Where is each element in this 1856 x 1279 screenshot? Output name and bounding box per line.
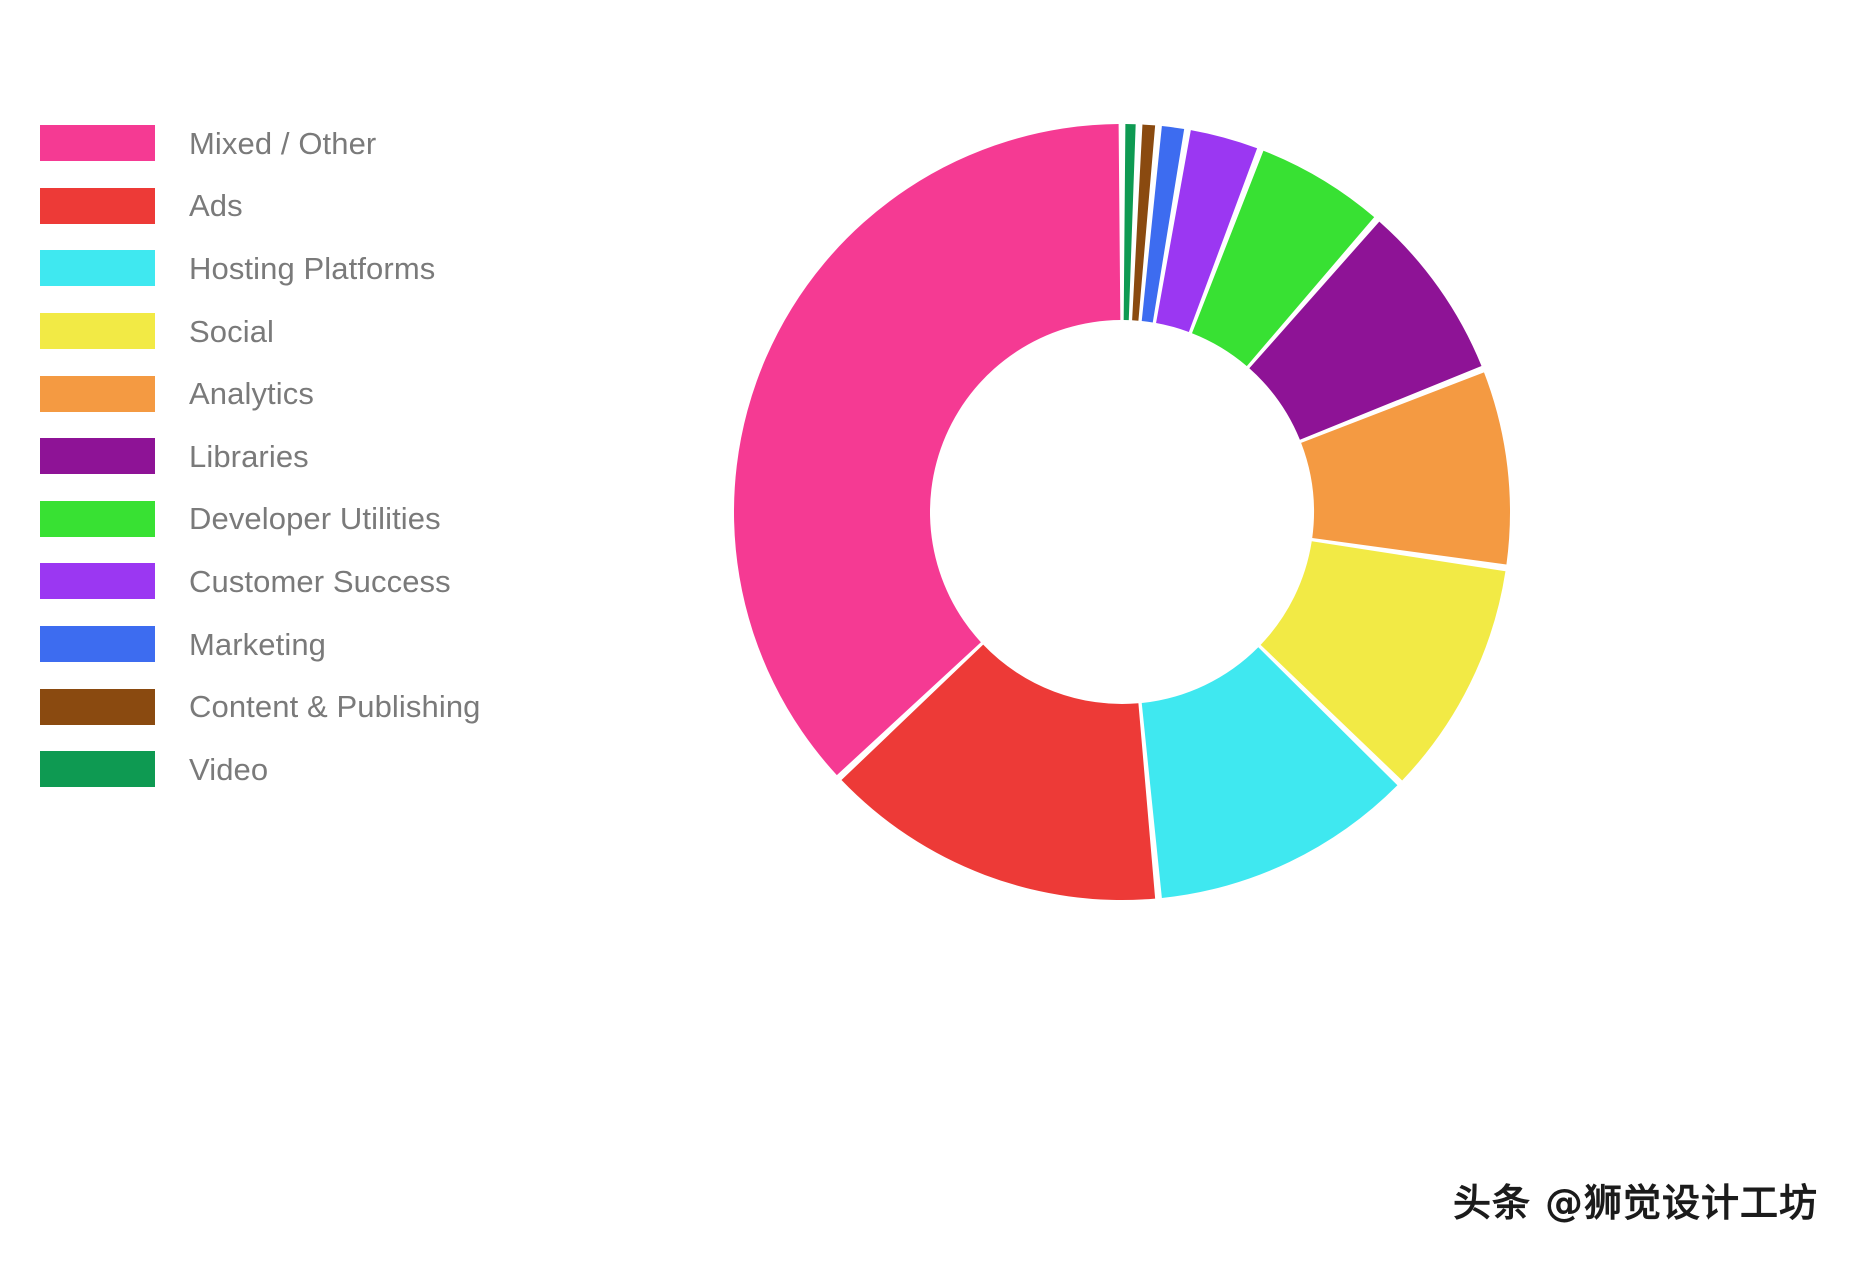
- legend-item[interactable]: Mixed / Other: [40, 112, 640, 175]
- legend-swatch-icon: [40, 500, 155, 537]
- legend-swatch-icon: [40, 751, 155, 788]
- donut-chart: [732, 122, 1512, 902]
- legend-item-label: Hosting Platforms: [189, 250, 436, 286]
- legend-item[interactable]: Developer Utilities: [40, 488, 640, 551]
- donut-hole: [930, 320, 1314, 704]
- legend-item[interactable]: Marketing: [40, 613, 640, 676]
- legend-swatch-icon: [40, 375, 155, 412]
- legend-item-label: Mixed / Other: [189, 125, 377, 161]
- legend-item[interactable]: Ads: [40, 175, 640, 238]
- legend-swatch-icon: [40, 563, 155, 600]
- legend-item[interactable]: Social: [40, 300, 640, 363]
- legend-item[interactable]: Libraries: [40, 425, 640, 488]
- legend-item-label: Social: [189, 313, 275, 349]
- legend-item-label: Video: [189, 751, 269, 787]
- legend-swatch-icon: [40, 125, 155, 162]
- donut-slice-group: [734, 124, 1510, 901]
- legend-item-label: Ads: [189, 188, 243, 224]
- legend-item-label: Analytics: [189, 376, 314, 412]
- watermark: 头条 @狮觉设计工坊: [1453, 1172, 1818, 1227]
- legend-item[interactable]: Customer Success: [40, 550, 640, 613]
- legend-item[interactable]: Content & Publishing: [40, 675, 640, 738]
- watermark-handle: @狮觉设计工坊: [1544, 1181, 1818, 1225]
- legend-item-label: Content & Publishing: [189, 689, 481, 725]
- legend-item[interactable]: Analytics: [40, 362, 640, 425]
- legend-swatch-icon: [40, 688, 155, 725]
- donut-chart-svg: [734, 124, 1510, 901]
- legend-swatch-icon: [40, 187, 155, 224]
- legend-swatch-icon: [40, 626, 155, 663]
- legend-item-label: Libraries: [189, 438, 309, 474]
- legend-swatch-icon: [40, 250, 155, 287]
- donut-chart-figure: Mixed / Other Ads Hosting Platforms Social A…: [0, 0, 1856, 1279]
- legend-swatch-icon: [40, 438, 155, 475]
- legend-item-label: Marketing: [189, 626, 327, 662]
- chart-legend: Mixed / Other Ads Hosting Platforms Social A…: [40, 112, 640, 801]
- watermark-logo: 头条: [1452, 1181, 1531, 1225]
- legend-swatch-icon: [40, 313, 155, 350]
- legend-item[interactable]: Hosting Platforms: [40, 237, 640, 300]
- legend-item-label: Developer Utilities: [189, 501, 441, 537]
- legend-item-label: Customer Success: [189, 563, 451, 599]
- legend-item[interactable]: Video: [40, 738, 640, 801]
